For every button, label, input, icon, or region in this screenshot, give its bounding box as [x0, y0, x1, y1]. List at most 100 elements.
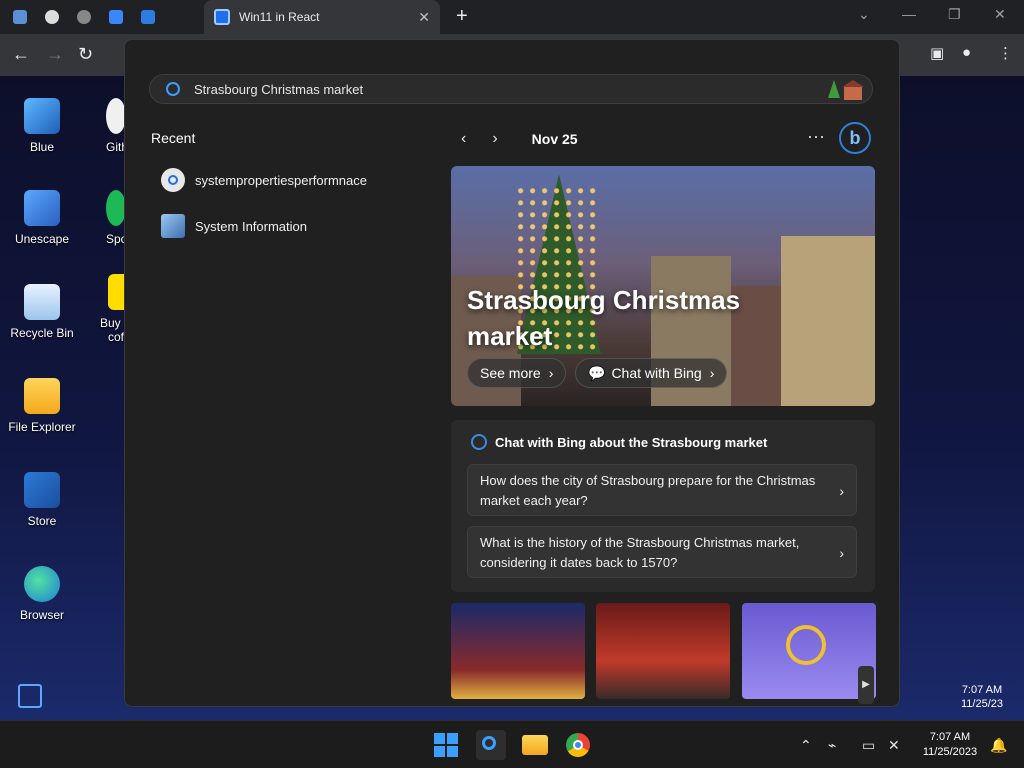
github-icon — [106, 98, 126, 134]
desktop-icon-blue[interactable]: Blue — [0, 98, 84, 154]
edge-icon — [24, 566, 60, 602]
chat-with-bing-label: Chat with Bing — [611, 365, 702, 381]
bing-logo-icon[interactable]: b — [839, 122, 871, 154]
search-taskbar-button[interactable] — [476, 730, 506, 760]
desktop-icon-buy-coffee[interactable]: Buy cof — [76, 274, 130, 344]
system-information-icon — [161, 214, 185, 238]
search-box[interactable] — [149, 74, 873, 104]
clock-time: 7:07 AM — [929, 731, 971, 743]
desktop-icon-unescape[interactable]: Unescape — [0, 190, 84, 246]
desktop-icon-label: Spo — [106, 232, 128, 246]
display-icon[interactable]: ▭ — [862, 737, 875, 754]
desktop-icon-github[interactable]: Gith — [76, 98, 129, 154]
recent-item-system-information[interactable]: System Information — [161, 214, 307, 238]
news-thumbnail-1[interactable] — [451, 603, 585, 699]
bing-icon — [471, 434, 487, 450]
more-options-button[interactable]: ··· — [807, 126, 825, 147]
store-icon — [24, 472, 60, 508]
desktop-icon-label: cof — [108, 330, 125, 344]
file-explorer-icon[interactable] — [522, 735, 548, 755]
chat-with-bing-button[interactable]: 💬 Chat with Bing › — [575, 358, 728, 388]
search-icon — [161, 168, 185, 192]
search-input[interactable] — [194, 81, 794, 97]
profile-icon[interactable]: ● — [962, 44, 971, 61]
pinned-tab-icon — [45, 10, 59, 24]
chevron-right-icon: › — [709, 365, 715, 381]
tab-win11-in-react[interactable]: Win11 in React ✕ — [204, 0, 440, 34]
taskbar-clock[interactable]: 7:07 AM 11/25/2023 — [914, 730, 986, 760]
bing-header: ‹ › Nov 25 ··· b — [461, 122, 873, 154]
notification-bell-icon[interactable]: 🔔 — [990, 737, 1007, 754]
browser-menu-icon[interactable]: ⋮ — [998, 44, 1013, 62]
side-panel-icon[interactable]: ▣ — [930, 44, 944, 62]
previous-day-button[interactable]: ‹ — [461, 130, 466, 148]
spotify-icon — [106, 190, 126, 226]
restore-button[interactable]: ❐ — [948, 6, 961, 23]
pinned-tab-icon — [109, 10, 123, 24]
desktop-icon-label: Gith — [106, 140, 129, 154]
tab-search-icon[interactable]: ⌄ — [858, 6, 870, 23]
news-thumbnail-2[interactable] — [596, 603, 730, 699]
desktop-icon-browser[interactable]: Browser — [0, 566, 84, 622]
news-thumbnail-3[interactable] — [742, 603, 876, 699]
blue-user-icon — [24, 98, 60, 134]
chat-heading-label: Chat with Bing about the Strasbourg mark… — [495, 434, 768, 450]
thumbnails-next-button[interactable]: ▶ — [858, 666, 874, 704]
bing-chat-card: Chat with Bing about the Strasbourg mark… — [451, 420, 875, 592]
question-text: What is the history of the Strasbourg Ch… — [480, 535, 800, 570]
desktop-icon-label: Unescape — [14, 232, 70, 246]
reload-icon[interactable]: ↻ — [78, 44, 93, 65]
next-day-button[interactable]: › — [492, 130, 497, 148]
inner-taskbar-clock: 7:07 AM 11/25/23 — [952, 683, 1012, 711]
inner-clock-date: 11/25/23 — [960, 698, 1003, 710]
widgets-icon[interactable] — [18, 684, 42, 708]
desktop-icon-spotify[interactable]: Spo — [76, 190, 128, 246]
chevron-right-icon: › — [839, 483, 844, 499]
browser-tab-strip: Win11 in React ✕ + ⌄ — ❐ ✕ — [0, 0, 1024, 34]
minimize-button[interactable]: — — [902, 6, 916, 22]
desktop-icon-store[interactable]: Store — [0, 472, 84, 528]
desktop-icon-label: Browser — [19, 608, 64, 622]
volume-muted-icon[interactable]: ✕ — [888, 737, 900, 754]
christmas-decoration-icon — [828, 80, 864, 100]
pinned-tab-5[interactable] — [136, 5, 160, 29]
pinned-tab-4[interactable] — [104, 5, 128, 29]
taskbar: ⌃ ⌁ ▭ ✕ 7:07 AM 11/25/2023 🔔 — [0, 720, 1024, 768]
desktop-icon-label: Buy — [100, 316, 121, 330]
show-hidden-icons-icon[interactable]: ⌃ — [800, 737, 812, 754]
new-tab-button[interactable]: + — [456, 5, 468, 28]
see-more-button[interactable]: See more › — [467, 358, 567, 388]
recent-heading: Recent — [151, 130, 196, 146]
desktop-icon-label: File Explorer — [8, 420, 76, 434]
inner-clock-time: 7:07 AM — [961, 684, 1003, 696]
bing-hero-card[interactable]: Strasbourg Christmas market See more › 💬 … — [451, 166, 875, 406]
back-arrow-icon[interactable]: ← — [12, 44, 30, 65]
see-more-label: See more — [480, 365, 541, 381]
windows-start-icon[interactable] — [434, 733, 460, 757]
chevron-right-icon: › — [548, 365, 554, 381]
desktop-icon-recycle-bin[interactable]: Recycle Bin — [0, 284, 84, 340]
clock-date: 11/25/2023 — [922, 746, 978, 758]
pinned-tab-2[interactable] — [40, 5, 64, 29]
desktop-icon-file-explorer[interactable]: File Explorer — [0, 378, 84, 434]
bing-question-2[interactable]: What is the history of the Strasbourg Ch… — [467, 526, 857, 578]
recent-item-label: System Information — [195, 218, 307, 234]
bing-date: Nov 25 — [531, 131, 578, 147]
close-window-button[interactable]: ✕ — [994, 6, 1006, 23]
start-search-panel: Recent systempropertiesperformnace Syste… — [124, 39, 900, 707]
recent-item-systempropertiesperformnace[interactable]: systempropertiesperformnace — [161, 168, 367, 192]
chrome-icon[interactable] — [566, 733, 590, 757]
bing-question-1[interactable]: How does the city of Strasbourg prepare … — [467, 464, 857, 516]
forward-arrow-icon[interactable]: → — [46, 44, 64, 65]
search-icon — [166, 82, 180, 96]
pinned-tab-3[interactable] — [72, 5, 96, 29]
magnifier-icon — [786, 625, 826, 665]
pinned-tab-icon — [77, 10, 91, 24]
react-favicon-icon — [214, 9, 230, 25]
network-off-icon[interactable]: ⌁ — [828, 737, 836, 754]
pinned-tab-1[interactable] — [8, 5, 32, 29]
chat-heading: Chat with Bing about the Strasbourg mark… — [471, 434, 767, 450]
recent-item-label: systempropertiesperformnace — [195, 172, 367, 188]
close-tab-icon[interactable]: ✕ — [418, 9, 430, 26]
chevron-right-icon: › — [839, 545, 844, 561]
